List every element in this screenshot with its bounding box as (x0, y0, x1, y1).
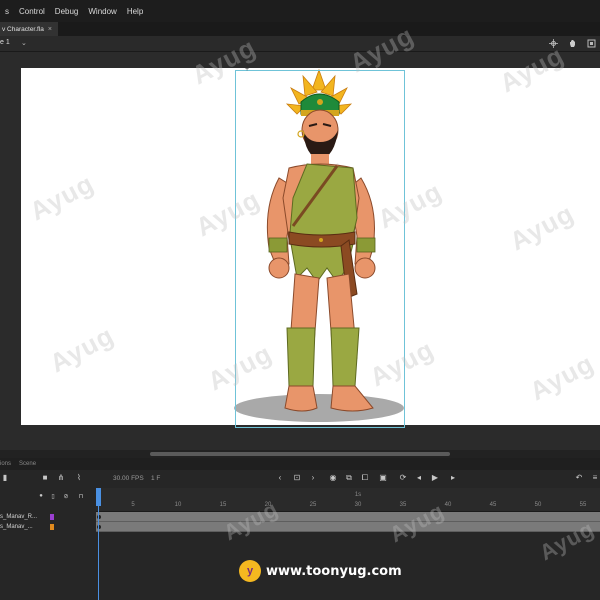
hand-tool-icon[interactable] (567, 38, 577, 48)
playhead-line (98, 506, 99, 600)
graph-icon[interactable]: ⌇ (74, 473, 84, 482)
scene-name[interactable]: e 1 (0, 39, 10, 46)
step-back-icon[interactable]: ◂ (414, 473, 424, 482)
layer-header: ● ▯ ⊘ ⊓ (0, 488, 96, 504)
menu-item-help[interactable]: Help (122, 7, 148, 16)
brand-url: www.toonyug.com (266, 563, 402, 579)
layer-row[interactable]: s_Manav_... (0, 522, 600, 532)
frame-options-icon[interactable]: ▣ (378, 473, 388, 482)
menu-item-window[interactable]: Window (83, 7, 121, 16)
loop-icon[interactable]: ⟳ (398, 473, 408, 482)
onion-skin-icon[interactable]: ◉ (328, 473, 338, 482)
stage-horizontal-scrollbar[interactable] (0, 450, 600, 458)
layer-frames[interactable] (96, 522, 600, 532)
onion-outline-icon[interactable]: ⧠ (360, 473, 370, 483)
scrollbar-thumb[interactable] (150, 452, 450, 456)
layer-name[interactable]: s_Manav_... (0, 522, 96, 532)
ruler-tick: 25 (309, 502, 317, 508)
play-icon[interactable]: ▶ (430, 473, 440, 482)
highlight-layers-icon[interactable]: ● (36, 493, 46, 499)
undo-icon[interactable]: ↶ (574, 473, 584, 482)
menu-icon[interactable]: ≡ (590, 473, 600, 482)
tab-actions[interactable]: ions (0, 461, 11, 467)
layer-name[interactable]: s_Manav_R... (0, 512, 96, 522)
ruler-tick: 10 (174, 502, 182, 508)
timeline-panel-tabs: ions Scene (0, 458, 600, 470)
layer-menu-icon[interactable]: ▮ (0, 473, 10, 482)
animate-app-window: s Control Debug Window Help v Character.… (0, 0, 600, 600)
ruler-tick: 35 (399, 502, 407, 508)
outline-icon[interactable]: ▯ (48, 493, 58, 500)
layer-color-swatch[interactable] (50, 524, 54, 530)
scene-bar: e 1 ⌄ (0, 36, 600, 52)
playhead[interactable] (96, 488, 101, 600)
menu-item-debug[interactable]: Debug (50, 7, 84, 16)
document-tab-label: v Character.fla (2, 25, 44, 33)
menu-item-control[interactable]: Control (14, 7, 50, 16)
close-icon[interactable]: × (48, 26, 52, 33)
playhead-handle[interactable] (96, 488, 101, 506)
chevron-left-icon[interactable]: ‹ (275, 473, 285, 482)
layer-color-swatch[interactable] (50, 514, 54, 520)
menu-item-commands[interactable]: s (0, 7, 14, 16)
layer-row[interactable]: s_Manav_R... (0, 512, 600, 522)
pasteboard[interactable]: + Ayug Ayug Ayug Ayug Ayug Ayug Ayug Ayu… (0, 20, 600, 450)
ruler-second-label: 1s (354, 492, 362, 498)
document-tab-bar: v Character.fla × (0, 22, 600, 36)
ruler-tick: 15 (219, 502, 227, 508)
visibility-icon[interactable]: ⊘ (61, 493, 71, 500)
document-tab[interactable]: v Character.fla × (0, 22, 58, 36)
tab-scene[interactable]: Scene (19, 461, 36, 467)
ruler-tick: 55 (579, 502, 587, 508)
ruler-tick: 30 (354, 502, 362, 508)
ruler-tick: 40 (444, 502, 452, 508)
layer-parenting-icon[interactable]: ⋔ (56, 473, 66, 482)
insert-keyframe-icon[interactable]: ⊡ (292, 473, 302, 482)
ruler-tick: 5 (131, 502, 135, 508)
timeline-toolbar: ▮ ■ ⋔ ⌇ ‹ ⊡ › ◉ ⧉ ⧠ ▣ ⟳ ◂ ▶ ▸ ↶ ≡ (0, 470, 600, 488)
clip-content-icon[interactable] (586, 38, 596, 48)
brand-badge: y www.toonyug.com (239, 560, 402, 582)
toonyug-logo-icon: y (239, 560, 261, 582)
fps-readout[interactable]: 30.00 FPS (113, 475, 144, 482)
lock-icon[interactable]: ⊓ (76, 493, 86, 500)
frame-ruler[interactable]: 1s 5 10 15 20 25 30 35 40 45 50 55 (96, 488, 600, 512)
camera-icon[interactable]: ■ (40, 473, 50, 482)
menu-bar: s Control Debug Window Help (0, 0, 600, 22)
chevron-down-icon[interactable]: ⌄ (21, 39, 27, 47)
current-frame-readout[interactable]: 1 F (151, 475, 160, 482)
ruler-tick: 50 (534, 502, 542, 508)
ruler-tick: 45 (489, 502, 497, 508)
edit-multiple-frames-icon[interactable]: ⧉ (344, 473, 354, 483)
chevron-right-icon[interactable]: › (308, 473, 318, 482)
layer-frames[interactable] (96, 512, 600, 522)
step-forward-icon[interactable]: ▸ (448, 473, 458, 482)
